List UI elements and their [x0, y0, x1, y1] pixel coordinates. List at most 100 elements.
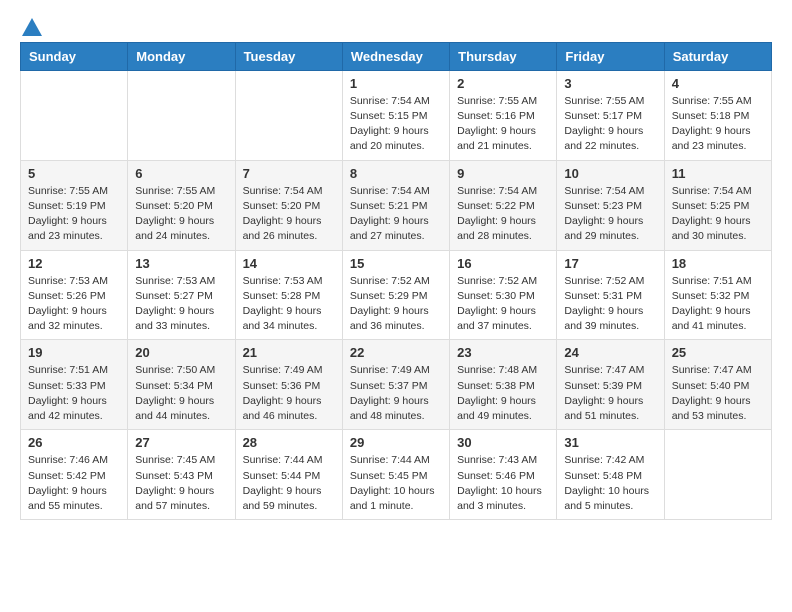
day-info: Sunrise: 7:54 AM Sunset: 5:20 PM Dayligh… — [243, 184, 335, 245]
day-number: 11 — [672, 166, 764, 181]
day-of-week-header: Thursday — [450, 42, 557, 70]
day-number: 23 — [457, 345, 549, 360]
day-info: Sunrise: 7:54 AM Sunset: 5:22 PM Dayligh… — [457, 184, 549, 245]
day-info: Sunrise: 7:51 AM Sunset: 5:32 PM Dayligh… — [672, 274, 764, 335]
day-of-week-header: Wednesday — [342, 42, 449, 70]
day-number: 12 — [28, 256, 120, 271]
day-number: 29 — [350, 435, 442, 450]
day-of-week-header: Monday — [128, 42, 235, 70]
day-number: 31 — [564, 435, 656, 450]
calendar-day-cell: 24 Sunrise: 7:47 AM Sunset: 5:39 PM Dayli… — [557, 340, 664, 430]
calendar-day-cell: 27 Sunrise: 7:45 AM Sunset: 5:43 PM Dayli… — [128, 430, 235, 520]
day-number: 10 — [564, 166, 656, 181]
day-number: 22 — [350, 345, 442, 360]
day-info: Sunrise: 7:53 AM Sunset: 5:26 PM Dayligh… — [28, 274, 120, 335]
day-number: 5 — [28, 166, 120, 181]
day-info: Sunrise: 7:54 AM Sunset: 5:23 PM Dayligh… — [564, 184, 656, 245]
calendar-day-cell: 19 Sunrise: 7:51 AM Sunset: 5:33 PM Dayli… — [21, 340, 128, 430]
day-number: 4 — [672, 76, 764, 91]
day-info: Sunrise: 7:55 AM Sunset: 5:17 PM Dayligh… — [564, 94, 656, 155]
calendar-week-row: 5 Sunrise: 7:55 AM Sunset: 5:19 PM Daylig… — [21, 160, 772, 250]
calendar-day-cell: 21 Sunrise: 7:49 AM Sunset: 5:36 PM Dayli… — [235, 340, 342, 430]
logo-icon — [22, 18, 40, 34]
day-number: 1 — [350, 76, 442, 91]
calendar-day-cell: 26Sunrise: 7:46 AM Sunset: 5:42 PM Dayli… — [21, 430, 128, 520]
day-info: Sunrise: 7:45 AM Sunset: 5:43 PM Dayligh… — [135, 453, 227, 514]
calendar-day-cell: 28 Sunrise: 7:44 AM Sunset: 5:44 PM Dayli… — [235, 430, 342, 520]
calendar-day-cell: 30Sunrise: 7:43 AM Sunset: 5:46 PM Dayli… — [450, 430, 557, 520]
calendar-day-cell: 5 Sunrise: 7:55 AM Sunset: 5:19 PM Daylig… — [21, 160, 128, 250]
day-info: Sunrise: 7:54 AM Sunset: 5:15 PM Dayligh… — [350, 94, 442, 155]
day-number: 13 — [135, 256, 227, 271]
day-number: 19 — [28, 345, 120, 360]
day-number: 9 — [457, 166, 549, 181]
day-info: Sunrise: 7:43 AM Sunset: 5:46 PM Dayligh… — [457, 453, 549, 514]
day-of-week-header: Saturday — [664, 42, 771, 70]
day-of-week-header: Friday — [557, 42, 664, 70]
calendar-day-cell: 15 Sunrise: 7:52 AM Sunset: 5:29 PM Dayli… — [342, 250, 449, 340]
day-info: Sunrise: 7:52 AM Sunset: 5:29 PM Dayligh… — [350, 274, 442, 335]
day-info: Sunrise: 7:54 AM Sunset: 5:21 PM Dayligh… — [350, 184, 442, 245]
calendar-header-row: SundayMondayTuesdayWednesdayThursdayFrid… — [21, 42, 772, 70]
calendar-day-cell: 17 Sunrise: 7:52 AM Sunset: 5:31 PM Dayli… — [557, 250, 664, 340]
calendar-week-row: 26Sunrise: 7:46 AM Sunset: 5:42 PM Dayli… — [21, 430, 772, 520]
calendar-day-cell: 16 Sunrise: 7:52 AM Sunset: 5:30 PM Dayli… — [450, 250, 557, 340]
calendar-day-cell: 9 Sunrise: 7:54 AM Sunset: 5:22 PM Daylig… — [450, 160, 557, 250]
header — [20, 16, 772, 30]
day-number: 27 — [135, 435, 227, 450]
day-number: 25 — [672, 345, 764, 360]
day-number: 2 — [457, 76, 549, 91]
day-number: 15 — [350, 256, 442, 271]
calendar-day-cell: 23 Sunrise: 7:48 AM Sunset: 5:38 PM Dayli… — [450, 340, 557, 430]
calendar-day-cell: 22 Sunrise: 7:49 AM Sunset: 5:37 PM Dayli… — [342, 340, 449, 430]
day-info: Sunrise: 7:50 AM Sunset: 5:34 PM Dayligh… — [135, 363, 227, 424]
calendar-day-cell: 2 Sunrise: 7:55 AM Sunset: 5:16 PM Daylig… — [450, 70, 557, 160]
calendar-day-cell — [128, 70, 235, 160]
day-info: Sunrise: 7:47 AM Sunset: 5:40 PM Dayligh… — [672, 363, 764, 424]
calendar-day-cell: 1 Sunrise: 7:54 AM Sunset: 5:15 PM Daylig… — [342, 70, 449, 160]
day-number: 16 — [457, 256, 549, 271]
calendar-day-cell: 25 Sunrise: 7:47 AM Sunset: 5:40 PM Dayli… — [664, 340, 771, 430]
day-info: Sunrise: 7:55 AM Sunset: 5:16 PM Dayligh… — [457, 94, 549, 155]
calendar-day-cell: 4Sunrise: 7:55 AM Sunset: 5:18 PM Daylig… — [664, 70, 771, 160]
day-number: 3 — [564, 76, 656, 91]
day-info: Sunrise: 7:47 AM Sunset: 5:39 PM Dayligh… — [564, 363, 656, 424]
day-info: Sunrise: 7:49 AM Sunset: 5:37 PM Dayligh… — [350, 363, 442, 424]
logo — [20, 16, 40, 30]
calendar-day-cell: 20Sunrise: 7:50 AM Sunset: 5:34 PM Dayli… — [128, 340, 235, 430]
calendar-day-cell — [21, 70, 128, 160]
day-number: 14 — [243, 256, 335, 271]
calendar-week-row: 19 Sunrise: 7:51 AM Sunset: 5:33 PM Dayli… — [21, 340, 772, 430]
calendar-week-row: 1 Sunrise: 7:54 AM Sunset: 5:15 PM Daylig… — [21, 70, 772, 160]
day-info: Sunrise: 7:51 AM Sunset: 5:33 PM Dayligh… — [28, 363, 120, 424]
day-number: 17 — [564, 256, 656, 271]
page: SundayMondayTuesdayWednesdayThursdayFrid… — [0, 0, 792, 536]
day-info: Sunrise: 7:46 AM Sunset: 5:42 PM Dayligh… — [28, 453, 120, 514]
calendar-day-cell: 14Sunrise: 7:53 AM Sunset: 5:28 PM Dayli… — [235, 250, 342, 340]
day-info: Sunrise: 7:49 AM Sunset: 5:36 PM Dayligh… — [243, 363, 335, 424]
day-info: Sunrise: 7:48 AM Sunset: 5:38 PM Dayligh… — [457, 363, 549, 424]
calendar-day-cell: 6Sunrise: 7:55 AM Sunset: 5:20 PM Daylig… — [128, 160, 235, 250]
calendar-day-cell: 31Sunrise: 7:42 AM Sunset: 5:48 PM Dayli… — [557, 430, 664, 520]
day-number: 28 — [243, 435, 335, 450]
day-number: 21 — [243, 345, 335, 360]
day-info: Sunrise: 7:55 AM Sunset: 5:20 PM Dayligh… — [135, 184, 227, 245]
day-info: Sunrise: 7:55 AM Sunset: 5:19 PM Dayligh… — [28, 184, 120, 245]
day-number: 24 — [564, 345, 656, 360]
day-info: Sunrise: 7:53 AM Sunset: 5:27 PM Dayligh… — [135, 274, 227, 335]
day-number: 7 — [243, 166, 335, 181]
calendar-day-cell: 12 Sunrise: 7:53 AM Sunset: 5:26 PM Dayli… — [21, 250, 128, 340]
day-info: Sunrise: 7:44 AM Sunset: 5:44 PM Dayligh… — [243, 453, 335, 514]
calendar-day-cell — [664, 430, 771, 520]
day-number: 18 — [672, 256, 764, 271]
day-info: Sunrise: 7:52 AM Sunset: 5:30 PM Dayligh… — [457, 274, 549, 335]
day-of-week-header: Sunday — [21, 42, 128, 70]
calendar-day-cell: 3 Sunrise: 7:55 AM Sunset: 5:17 PM Daylig… — [557, 70, 664, 160]
calendar-day-cell: 10 Sunrise: 7:54 AM Sunset: 5:23 PM Dayli… — [557, 160, 664, 250]
day-info: Sunrise: 7:54 AM Sunset: 5:25 PM Dayligh… — [672, 184, 764, 245]
calendar-day-cell — [235, 70, 342, 160]
calendar-day-cell: 29Sunrise: 7:44 AM Sunset: 5:45 PM Dayli… — [342, 430, 449, 520]
day-info: Sunrise: 7:52 AM Sunset: 5:31 PM Dayligh… — [564, 274, 656, 335]
day-of-week-header: Tuesday — [235, 42, 342, 70]
calendar-day-cell: 13 Sunrise: 7:53 AM Sunset: 5:27 PM Dayli… — [128, 250, 235, 340]
